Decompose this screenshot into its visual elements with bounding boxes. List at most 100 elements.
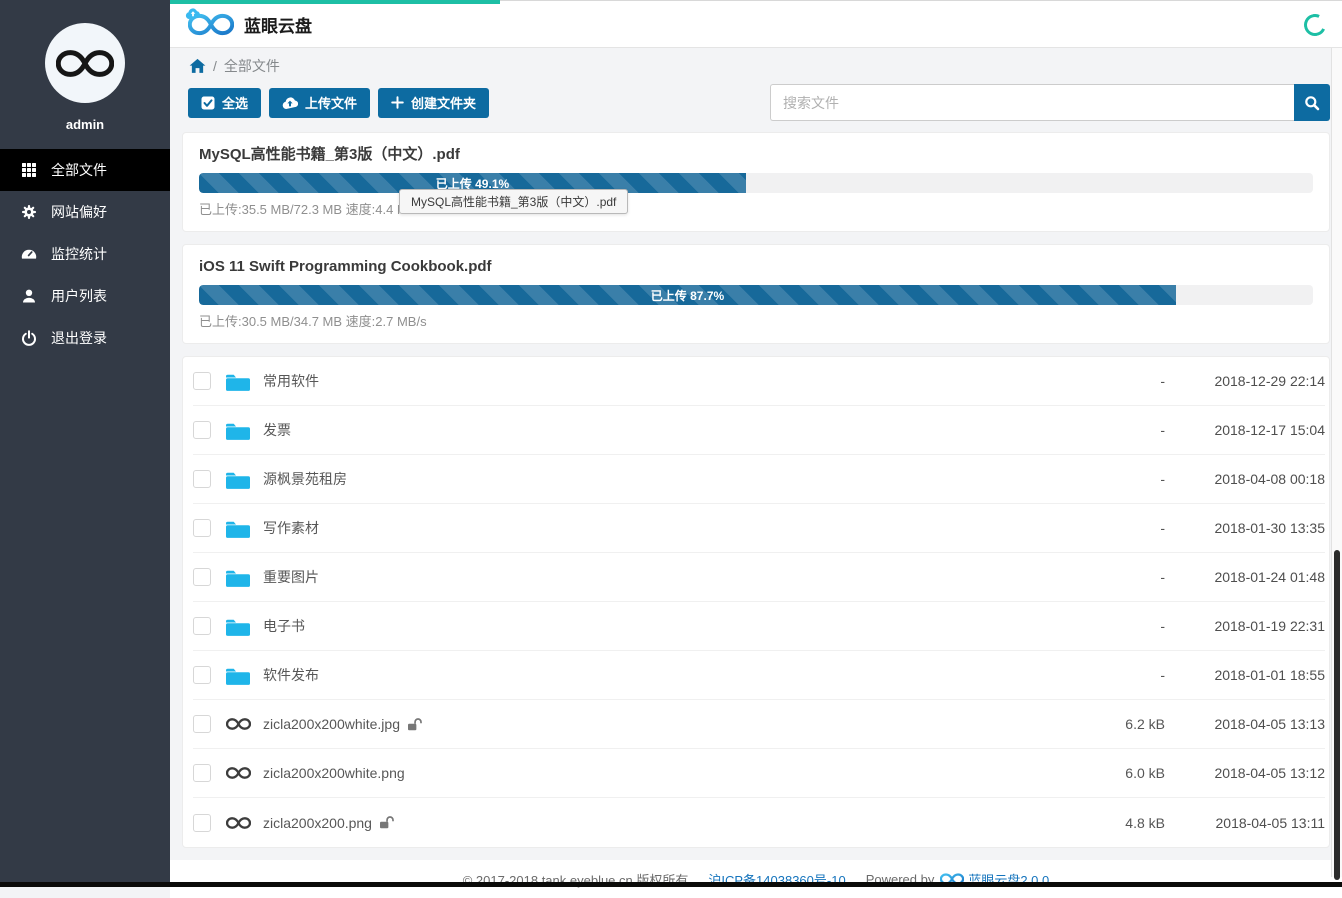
toolbar: 全选 上传文件 创建文件夹	[170, 84, 1342, 121]
file-row[interactable]: zicla200x200white.png 6.0 kB 2018-04-05 …	[193, 749, 1325, 798]
file-row[interactable]: 软件发布 - 2018-01-01 18:55	[193, 651, 1325, 700]
row-checkbox[interactable]	[193, 715, 211, 733]
file-size: -	[1045, 373, 1165, 389]
upload-progress-track: 已上传 49.1%	[199, 173, 1313, 193]
plus-icon	[391, 96, 404, 109]
file-date: 2018-04-05 13:12	[1165, 765, 1325, 781]
file-name[interactable]: 电子书	[263, 616, 305, 636]
sidebar-menu-label: 监控统计	[51, 244, 107, 264]
file-row[interactable]: 源枫景苑租房 - 2018-04-08 00:18	[193, 455, 1325, 504]
file-name[interactable]: 软件发布	[263, 665, 319, 685]
upload-stats: 已上传:35.5 MB/72.3 MB 速度:4.4 MB/s	[199, 201, 1313, 219]
sidebar-menu-item[interactable]: 监控统计	[0, 233, 170, 275]
main-area: 蓝眼云盘 / 全部文件 全选 上传文件 创建文件夹	[170, 0, 1342, 882]
upload-progress-label: 已上传 87.7%	[651, 287, 724, 304]
row-checkbox[interactable]	[193, 372, 211, 390]
select-all-label: 全选	[222, 93, 248, 112]
file-row[interactable]: zicla200x200.png 4.8 kB 2018-04-05 13:11	[193, 798, 1325, 847]
file-name[interactable]: zicla200x200.png	[263, 815, 372, 831]
home-icon[interactable]	[189, 58, 206, 74]
folder-icon	[225, 665, 251, 686]
upload-card: MySQL高性能书籍_第3版（中文）.pdf 已上传 49.1% 已上传:35.…	[182, 132, 1330, 232]
file-name[interactable]: 常用软件	[263, 371, 319, 391]
content: MySQL高性能书籍_第3版（中文）.pdf 已上传 49.1% 已上传:35.…	[170, 132, 1342, 848]
row-checkbox[interactable]	[193, 421, 211, 439]
file-size: -	[1045, 471, 1165, 487]
sidebar-menu-item[interactable]: 网站偏好	[0, 191, 170, 233]
file-date: 2018-01-19 22:31	[1165, 618, 1325, 634]
file-size: -	[1045, 569, 1165, 585]
breadcrumb: / 全部文件	[170, 48, 1342, 84]
folder-icon	[225, 469, 251, 490]
upload-filename: iOS 11 Swift Programming Cookbook.pdf	[199, 257, 1313, 277]
sidebar-menu-item[interactable]: 全部文件	[0, 149, 170, 191]
folder-icon	[225, 518, 251, 539]
taskbar-strip	[0, 882, 1342, 887]
file-row[interactable]: 发票 - 2018-12-17 15:04	[193, 406, 1325, 455]
file-name[interactable]: 源枫景苑租房	[263, 469, 347, 489]
file-name[interactable]: 写作素材	[263, 518, 319, 538]
file-name[interactable]: zicla200x200white.jpg	[263, 716, 400, 732]
file-date: 2018-04-05 13:13	[1165, 716, 1325, 732]
row-checkbox[interactable]	[193, 568, 211, 586]
cloud-upload-badge-icon	[185, 7, 202, 20]
upload-file-label: 上传文件	[305, 93, 357, 112]
file-name[interactable]: 发票	[263, 420, 291, 440]
file-date: 2018-12-17 15:04	[1165, 422, 1325, 438]
row-checkbox[interactable]	[193, 617, 211, 635]
file-size: 4.8 kB	[1045, 815, 1165, 831]
file-date: 2018-04-05 13:11	[1165, 815, 1325, 831]
check-square-icon	[201, 96, 215, 110]
create-folder-button[interactable]: 创建文件夹	[378, 88, 489, 118]
sidebar-menu: 全部文件	[0, 149, 170, 359]
username: admin	[0, 117, 170, 132]
row-checkbox[interactable]	[193, 764, 211, 782]
file-name[interactable]: zicla200x200white.png	[263, 765, 405, 781]
cloud-upload-icon	[282, 96, 298, 110]
file-row[interactable]: 写作素材 - 2018-01-30 13:35	[193, 504, 1325, 553]
sidebar-menu-item[interactable]: 退出登录	[0, 317, 170, 359]
folder-icon	[225, 567, 251, 588]
zicla-logo-icon	[225, 816, 251, 830]
file-size: -	[1045, 422, 1165, 438]
create-folder-label: 创建文件夹	[411, 93, 476, 112]
file-row[interactable]: 常用软件 - 2018-12-29 22:14	[193, 357, 1325, 406]
loading-spinner-icon	[1301, 11, 1329, 39]
power-icon	[21, 330, 37, 346]
upload-file-button[interactable]: 上传文件	[269, 88, 370, 118]
zicla-logo-icon	[225, 717, 251, 731]
file-date: 2018-04-08 00:18	[1165, 471, 1325, 487]
file-row[interactable]: 电子书 - 2018-01-19 22:31	[193, 602, 1325, 651]
search-button[interactable]	[1294, 84, 1330, 121]
sidebar-menu-label: 用户列表	[51, 286, 107, 306]
file-date: 2018-01-01 18:55	[1165, 667, 1325, 683]
folder-icon	[225, 616, 251, 637]
file-name[interactable]: 重要图片	[263, 567, 319, 587]
zicla-logo-icon	[56, 47, 114, 80]
zicla-logo-icon	[225, 766, 251, 780]
file-row[interactable]: zicla200x200white.jpg 6.2 kB 2018-04-05 …	[193, 700, 1325, 749]
breadcrumb-separator: /	[213, 58, 217, 74]
page-load-progress-bar	[170, 0, 500, 4]
header: 蓝眼云盘	[170, 0, 1342, 48]
file-size: -	[1045, 618, 1165, 634]
scrollbar-track[interactable]	[1331, 48, 1342, 877]
row-checkbox[interactable]	[193, 519, 211, 537]
search-bar	[770, 84, 1330, 121]
file-date: 2018-01-30 13:35	[1165, 520, 1325, 536]
scrollbar-thumb[interactable]	[1334, 550, 1340, 880]
upload-progress-fill: 已上传 87.7%	[199, 285, 1176, 305]
file-date: 2018-01-24 01:48	[1165, 569, 1325, 585]
search-icon	[1304, 95, 1320, 111]
select-all-button[interactable]: 全选	[188, 88, 261, 118]
file-size: -	[1045, 520, 1165, 536]
brand-logo-icon	[188, 11, 234, 38]
search-input[interactable]	[770, 84, 1294, 121]
row-checkbox[interactable]	[193, 814, 211, 832]
file-row[interactable]: 重要图片 - 2018-01-24 01:48	[193, 553, 1325, 602]
row-checkbox[interactable]	[193, 470, 211, 488]
sidebar-menu-item[interactable]: 用户列表	[0, 275, 170, 317]
file-date: 2018-12-29 22:14	[1165, 373, 1325, 389]
row-checkbox[interactable]	[193, 666, 211, 684]
file-list: 常用软件 - 2018-12-29 22:14 发票	[182, 356, 1330, 848]
